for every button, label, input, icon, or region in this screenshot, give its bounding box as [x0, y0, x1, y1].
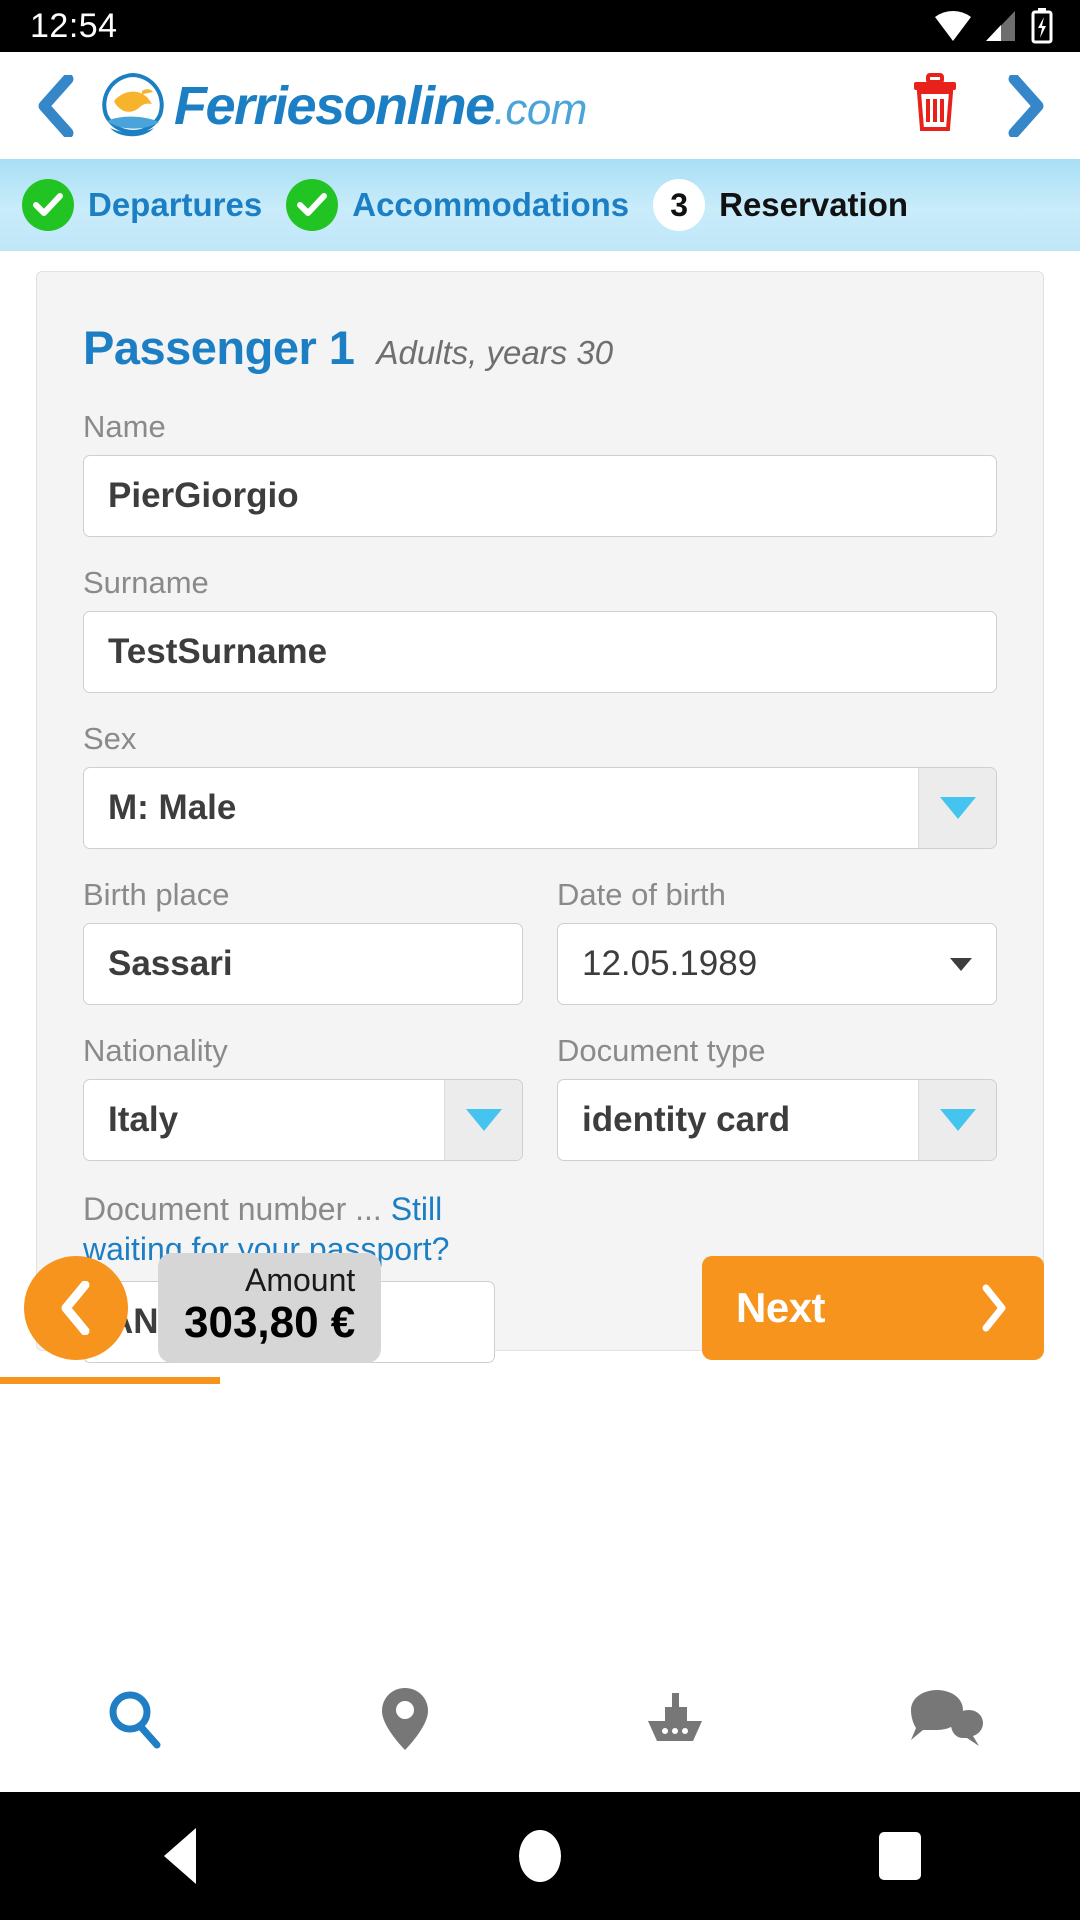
step-label-accommodations: Accommodations: [352, 186, 630, 223]
step-marker-current: 3: [653, 179, 706, 231]
brand-logo[interactable]: Ferriesonline.com: [98, 71, 910, 141]
chevron-down-icon: [939, 1109, 976, 1131]
chevron-down-icon: [939, 797, 976, 819]
step-marker-done: [22, 179, 74, 231]
triangle-back-icon: [164, 1828, 196, 1884]
input-date-of-birth[interactable]: 12.05.1989: [557, 923, 997, 1005]
passenger-title: Passenger 1: [83, 321, 355, 374]
select-document-type-value: identity card: [582, 1100, 791, 1139]
passenger-header: Passenger 1 Adults, years 30: [83, 320, 997, 375]
status-icons: [934, 8, 1054, 44]
amount-summary[interactable]: Amount 303,80 €: [158, 1253, 382, 1363]
dolphin-wave-logo: [98, 71, 168, 141]
bottom-tab-bar: [0, 1644, 1080, 1792]
delete-button[interactable]: [910, 73, 960, 138]
page-progress-indicator: [0, 1377, 220, 1384]
label-document-type: Document type: [557, 1033, 766, 1068]
status-time: 12:54: [30, 6, 118, 45]
app-screen: 12:54 Ferriesonline.com Departures Accom…: [0, 0, 1080, 1920]
select-document-type[interactable]: identity card: [557, 1079, 997, 1161]
tab-ferries[interactable]: [540, 1645, 810, 1792]
tab-search[interactable]: [0, 1645, 270, 1792]
field-name: Name PierGiorgio: [83, 409, 997, 537]
select-nationality-arrow-button[interactable]: [444, 1080, 522, 1160]
select-document-type-arrow-button[interactable]: [918, 1080, 996, 1160]
back-fab-button[interactable]: [24, 1256, 128, 1360]
chevron-down-icon: [465, 1109, 502, 1131]
field-sex: Sex M: Male: [83, 721, 997, 849]
signal-icon: [986, 11, 1015, 41]
row-birth: Birth place Sassari Date of birth 12.05.…: [83, 877, 997, 1005]
circle-home-icon: [519, 1830, 561, 1882]
step-marker-done: [286, 179, 339, 231]
field-birth-place: Birth place Sassari: [83, 877, 523, 1005]
date-of-birth-value: 12.05.1989: [582, 944, 758, 983]
label-document-number-text: Document number ...: [83, 1191, 391, 1227]
status-bar: 12:54: [0, 0, 1080, 52]
battery-charging-icon: [1031, 8, 1053, 44]
check-icon: [33, 193, 63, 216]
chevron-right-icon: [1008, 74, 1044, 137]
label-birth-place: Birth place: [83, 877, 230, 912]
step-reservation[interactable]: 3 Reservation: [653, 179, 932, 231]
step-label-departures: Departures: [88, 186, 263, 223]
chat-bubbles-icon: [911, 1689, 983, 1746]
select-sex-value: M: Male: [108, 788, 237, 827]
wifi-icon: [935, 11, 971, 41]
step-progress-bar: Departures Accommodations 3 Reservation: [0, 159, 1080, 251]
input-surname[interactable]: TestSurname: [83, 611, 997, 693]
next-button-label: Next: [736, 1284, 826, 1331]
header-forward-button[interactable]: [996, 71, 1052, 141]
header-back-button[interactable]: [28, 71, 84, 141]
android-back-button[interactable]: [120, 1792, 240, 1920]
android-home-button[interactable]: [480, 1792, 600, 1920]
row-document: Nationality Italy Document type identity…: [83, 1033, 997, 1161]
location-pin-icon: [382, 1687, 428, 1750]
chevron-left-icon: [61, 1281, 90, 1335]
tab-map[interactable]: [270, 1645, 540, 1792]
select-nationality[interactable]: Italy: [83, 1079, 523, 1161]
amount-label: Amount: [245, 1262, 356, 1299]
brand-tld-text: .com: [493, 84, 588, 134]
label-surname: Surname: [83, 565, 209, 600]
field-document-type: Document type identity card: [557, 1033, 997, 1161]
select-sex[interactable]: M: Male: [83, 767, 997, 849]
field-nationality: Nationality Italy: [83, 1033, 523, 1161]
label-nationality: Nationality: [83, 1033, 228, 1068]
chevron-down-icon: [950, 957, 972, 971]
step-label-reservation: Reservation: [719, 186, 909, 223]
passenger-subtitle: Adults, years 30: [376, 334, 614, 371]
check-icon: [297, 193, 328, 216]
form-scroll-area[interactable]: Passenger 1 Adults, years 30 Name PierGi…: [0, 251, 1080, 1644]
field-surname: Surname TestSurname: [83, 565, 997, 693]
trash-icon: [914, 73, 956, 131]
chevron-right-icon: [982, 1284, 1006, 1332]
square-recents-icon: [879, 1832, 921, 1880]
android-navigation-bar: [0, 1792, 1080, 1920]
amount-value: 303,80 €: [184, 1298, 356, 1348]
select-nationality-value: Italy: [108, 1100, 179, 1139]
tab-chat[interactable]: [810, 1645, 1080, 1792]
field-date-of-birth: Date of birth 12.05.1989: [557, 877, 997, 1005]
ship-icon: [648, 1692, 702, 1741]
step-accommodations[interactable]: Accommodations: [286, 179, 653, 231]
input-birth-place[interactable]: Sassari: [83, 923, 523, 1005]
label-name: Name: [83, 409, 166, 444]
next-button[interactable]: Next: [702, 1256, 1044, 1360]
header-actions: [910, 71, 1052, 141]
brand-name-text: Ferriesonline: [174, 75, 495, 136]
chevron-left-icon: [38, 74, 74, 137]
passenger-card: Passenger 1 Adults, years 30 Name PierGi…: [36, 271, 1044, 1363]
brand-name: Ferriesonline.com: [174, 79, 587, 133]
app-header: Ferriesonline.com: [0, 52, 1080, 159]
label-sex: Sex: [83, 721, 137, 756]
label-date-of-birth: Date of birth: [557, 877, 726, 912]
input-name[interactable]: PierGiorgio: [83, 455, 997, 537]
search-icon: [109, 1691, 161, 1748]
select-sex-arrow-button[interactable]: [918, 768, 996, 848]
android-recents-button[interactable]: [840, 1792, 960, 1920]
step-departures[interactable]: Departures: [22, 179, 286, 231]
